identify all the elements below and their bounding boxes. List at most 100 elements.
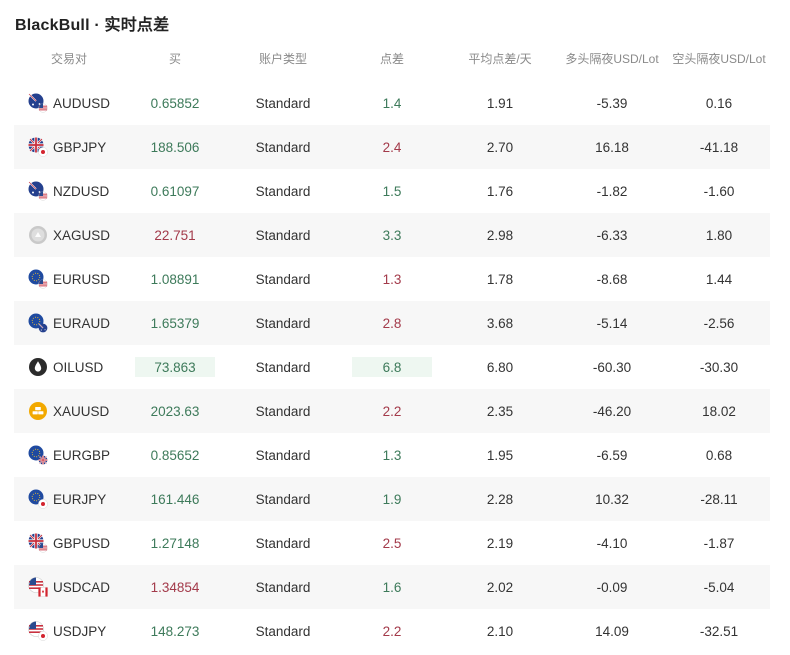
buy-cell: 0.61097 [124,169,226,213]
table-row[interactable]: GBPUSD 1.27148 Standard 2.5 2.19 -4.10 -… [14,521,770,565]
long-swap-cell: 16.18 [595,139,629,155]
buy-price: 1.65379 [150,315,200,331]
pair-cell: EURGBP [14,433,124,477]
buy-price: 161.446 [150,491,200,507]
short-swap-cell: -32.51 [699,623,739,639]
table-row[interactable]: USDCAD 1.34854 Standard 1.6 2.02 -0.09 -… [14,565,770,609]
long-swap-cell: -4.10 [596,535,628,551]
account-type-cell: Standard [255,183,311,199]
gbp-jpy-flag-icon [27,136,49,158]
long-swap-cell: -5.14 [596,315,628,331]
pair-name: AUDUSD [53,95,111,111]
spread-value: 1.3 [382,271,402,287]
short-swap-cell: -5.04 [703,579,735,595]
short-swap-cell: 1.44 [705,271,733,287]
short-swap-cell: -41.18 [699,139,739,155]
avg-spread-cell: 2.70 [486,139,514,155]
account-type-cell: Standard [255,227,311,243]
spread-cell: 2.5 [340,521,444,565]
spread-cell: 1.5 [340,169,444,213]
pair-name: GBPUSD [53,535,111,551]
spread-value: 2.2 [382,403,402,419]
buy-price: 22.751 [154,227,196,243]
spread-cell: 3.3 [340,213,444,257]
short-swap-cell: -1.60 [703,183,735,199]
spread-value: 1.4 [382,95,402,111]
eur-usd-flag-icon [27,268,49,290]
buy-cell: 22.751 [124,213,226,257]
table-row[interactable]: GBPJPY 188.506 Standard 2.4 2.70 16.18 -… [14,125,770,169]
buy-cell: 1.34854 [124,565,226,609]
spread-value: 1.3 [382,447,402,463]
buy-price: 0.85652 [150,447,200,463]
gold-icon [27,400,49,422]
buy-price: 1.34854 [150,579,200,595]
avg-spread-cell: 2.98 [486,227,514,243]
avg-spread-cell: 2.19 [486,535,514,551]
avg-spread-cell: 2.10 [486,623,514,639]
account-type-cell: Standard [255,491,311,507]
account-type-cell: Standard [255,535,311,551]
buy-cell: 148.273 [124,609,226,653]
gbp-usd-flag-icon [27,532,49,554]
table-row[interactable]: USDJPY 148.273 Standard 2.2 2.10 14.09 -… [14,609,770,653]
spread-value: 2.4 [382,139,402,155]
spread-cell: 1.4 [340,81,444,125]
pair-cell: USDCAD [14,565,124,609]
eur-gbp-flag-icon [27,444,49,466]
spread-value: 2.5 [382,535,402,551]
table-row[interactable]: EURGBP 0.85652 Standard 1.3 1.95 -6.59 0… [14,433,770,477]
account-type-cell: Standard [255,95,311,111]
pair-cell: AUDUSD [14,81,124,125]
table-row[interactable]: EURUSD 1.08891 Standard 1.3 1.78 -8.68 1… [14,257,770,301]
spread-cell: 6.8 [340,345,444,389]
spread-value: 2.2 [382,623,402,639]
avg-spread-cell: 1.91 [486,95,514,111]
avg-spread-cell: 2.02 [486,579,514,595]
spread-value: 3.3 [382,227,402,243]
pair-name: EURUSD [53,271,111,287]
pair-name: NZDUSD [53,183,110,199]
header-long-swap: 多头隔夜USD/Lot [565,51,659,66]
table-row[interactable]: AUDUSD 0.65852 Standard 1.4 1.91 -5.39 0… [14,81,770,125]
short-swap-cell: -2.56 [703,315,735,331]
table-row[interactable]: XAGUSD 22.751 Standard 3.3 2.98 -6.33 1.… [14,213,770,257]
pair-name: XAUUSD [53,403,110,419]
buy-cell: 1.65379 [124,301,226,345]
spread-cell: 2.8 [340,301,444,345]
buy-price: 73.863 [135,357,215,377]
short-swap-cell: -28.11 [700,491,738,507]
table-row[interactable]: OILUSD 73.863 Standard 6.8 6.80 -60.30 -… [14,345,770,389]
buy-cell: 0.85652 [124,433,226,477]
page-title: BlackBull · 实时点差 [15,17,170,34]
long-swap-cell: -5.39 [596,95,628,111]
long-swap-cell: -8.68 [596,271,628,287]
avg-spread-cell: 6.80 [486,359,514,375]
eur-jpy-flag-icon [27,488,49,510]
account-type-cell: Standard [255,403,311,419]
table-row[interactable]: EURAUD 1.65379 Standard 2.8 3.68 -5.14 -… [14,301,770,345]
spread-value: 2.8 [382,315,402,331]
spread-cell: 1.3 [340,433,444,477]
avg-spread-cell: 2.35 [486,403,514,419]
short-swap-cell: 0.16 [705,95,733,111]
short-swap-cell: 0.68 [705,447,733,463]
short-swap-cell: -30.30 [699,359,739,375]
table-row[interactable]: NZDUSD 0.61097 Standard 1.5 1.76 -1.82 -… [14,169,770,213]
spread-value: 1.5 [382,183,402,199]
spread-value: 6.8 [352,357,432,377]
buy-price: 0.65852 [150,95,200,111]
header-spread: 点差 [379,51,404,66]
avg-spread-cell: 1.95 [486,447,514,463]
table-row[interactable]: XAUUSD 2023.63 Standard 2.2 2.35 -46.20 … [14,389,770,433]
short-swap-cell: -1.87 [703,535,735,551]
buy-cell: 188.506 [124,125,226,169]
pair-cell: EURUSD [14,257,124,301]
usd-cad-flag-icon [27,576,49,598]
header-avg-spread: 平均点差/天 [468,51,532,66]
spread-cell: 2.2 [340,609,444,653]
buy-cell: 73.863 [124,345,226,389]
buy-price: 2023.63 [150,403,200,419]
table-row[interactable]: EURJPY 161.446 Standard 1.9 2.28 10.32 -… [14,477,770,521]
pair-cell: XAGUSD [14,213,124,257]
